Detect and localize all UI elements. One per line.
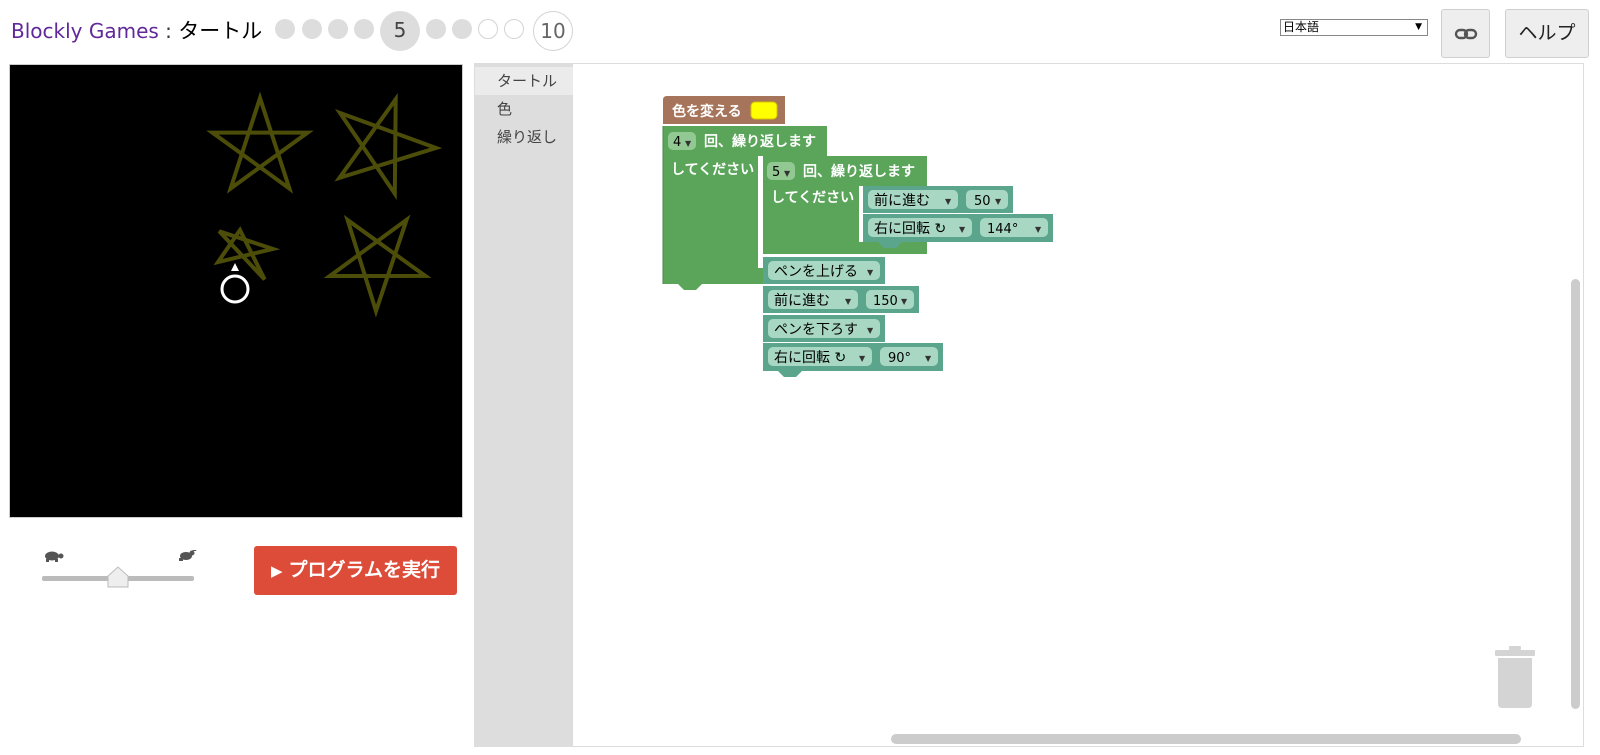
dropdown-arrow-icon: ▼	[685, 139, 692, 148]
turtle-icon	[220, 274, 250, 304]
app-title: Blockly Games : タートル	[11, 16, 262, 46]
inner-move-label: 前に進む	[874, 192, 930, 209]
speed-control	[40, 544, 200, 600]
title-separator: :	[158, 19, 179, 43]
inner-turn-right-block[interactable]: 右に回転 ↻ ▼ 144° ▼	[863, 214, 1053, 248]
pen-up-label: ペンを上げる	[774, 264, 858, 280]
set-color-label: 色を変える	[672, 103, 742, 120]
dropdown-arrow-icon: ▼	[1035, 225, 1042, 234]
level-2-link[interactable]	[302, 19, 322, 39]
turn-label: 右に回転 ↻	[774, 350, 846, 366]
dropdown-arrow-icon: ▼	[945, 197, 952, 206]
block-canvas: 色を変える 4 ▼ 回、繰り返します してください 5 ▼ 回、繰り返します し…	[662, 96, 1053, 377]
level-3-link[interactable]	[328, 19, 348, 39]
move-value: 150	[873, 294, 898, 309]
drawing-surface	[206, 91, 443, 318]
dropdown-arrow-icon: ▼	[867, 268, 874, 277]
level-9-link[interactable]	[504, 19, 524, 39]
level-5-current[interactable]: 5	[380, 11, 420, 51]
dropdown-arrow-icon: ▼	[959, 225, 966, 234]
color-swatch[interactable]	[750, 101, 778, 120]
rabbit-icon	[179, 544, 198, 561]
outer-count-value: 4	[673, 135, 681, 150]
inner-move-forward-block[interactable]: 前に進む ▼ 50 ▼	[863, 186, 1013, 213]
dropdown-arrow-icon: ▼	[901, 297, 908, 306]
outer-repeat-label: 回、繰り返します	[704, 133, 816, 150]
dropdown-arrow-icon: ▼	[845, 297, 852, 306]
dropdown-arrow-icon: ▼	[1415, 22, 1422, 32]
slider-knob[interactable]	[107, 566, 129, 588]
game-name: タートル	[178, 19, 263, 43]
inner-do-label: してください	[771, 190, 854, 206]
inner-turn-label: 右に回転 ↻	[874, 221, 946, 237]
language-value: 日本語	[1283, 20, 1320, 34]
level-6-link[interactable]	[426, 19, 446, 39]
turn-value: 90°	[888, 351, 911, 366]
turtle-icon	[45, 551, 64, 562]
level-8-link[interactable]	[478, 19, 498, 39]
link-button[interactable]	[1441, 9, 1490, 58]
outer-do-label: してください	[671, 162, 754, 178]
brand-link[interactable]: Blockly Games	[11, 19, 159, 43]
level-10-link[interactable]: 10	[533, 11, 573, 51]
trash-icon[interactable]	[1491, 644, 1539, 714]
set-color-block[interactable]: 色を変える	[663, 96, 785, 124]
play-icon: ▶	[271, 562, 283, 580]
help-button[interactable]: ヘルプ	[1505, 9, 1589, 58]
inner-repeat-label: 回、繰り返します	[803, 163, 915, 180]
star-drawing	[213, 226, 281, 281]
star-drawing	[334, 92, 443, 201]
move-forward-block[interactable]: 前に進む ▼ 150 ▼	[763, 286, 919, 313]
pen-down-label: ペンを下ろす	[774, 322, 858, 338]
run-program-button[interactable]: ▶ プログラムを実行	[254, 546, 457, 595]
inner-turn-value: 144°	[987, 222, 1018, 237]
move-label: 前に進む	[774, 292, 830, 309]
dropdown-arrow-icon: ▼	[784, 169, 791, 178]
turtle-canvas	[9, 64, 463, 518]
pen-up-block[interactable]: ペンを上げる ▼	[763, 257, 885, 284]
dropdown-arrow-icon: ▼	[867, 326, 874, 335]
speed-slider[interactable]	[40, 544, 200, 590]
inner-count-value: 5	[772, 165, 780, 180]
link-icon	[1454, 28, 1478, 40]
horizontal-scrollbar[interactable]	[891, 734, 1521, 744]
turn-right-block[interactable]: 右に回転 ↻ ▼ 90° ▼	[763, 343, 943, 377]
dropdown-arrow-icon: ▼	[859, 354, 866, 363]
vertical-scrollbar[interactable]	[1571, 279, 1580, 709]
blockly-workspace[interactable]: タートル 色 繰り返し 色を変える 4 ▼ 回、繰り返します してください 5 …	[474, 63, 1584, 747]
level-4-link[interactable]	[354, 19, 374, 39]
pen-down-block[interactable]: ペンを下ろす ▼	[763, 315, 885, 342]
dropdown-arrow-icon: ▼	[995, 197, 1002, 206]
turtle-heading-icon	[231, 263, 239, 271]
inner-move-value: 50	[974, 194, 991, 209]
star-drawing	[323, 214, 432, 318]
language-select[interactable]: 日本語 ▼	[1280, 19, 1428, 36]
dropdown-arrow-icon: ▼	[925, 354, 932, 363]
level-1-link[interactable]	[275, 19, 295, 39]
run-label: プログラムを実行	[288, 559, 440, 581]
level-7-link[interactable]	[452, 19, 472, 39]
star-drawing	[206, 91, 314, 194]
